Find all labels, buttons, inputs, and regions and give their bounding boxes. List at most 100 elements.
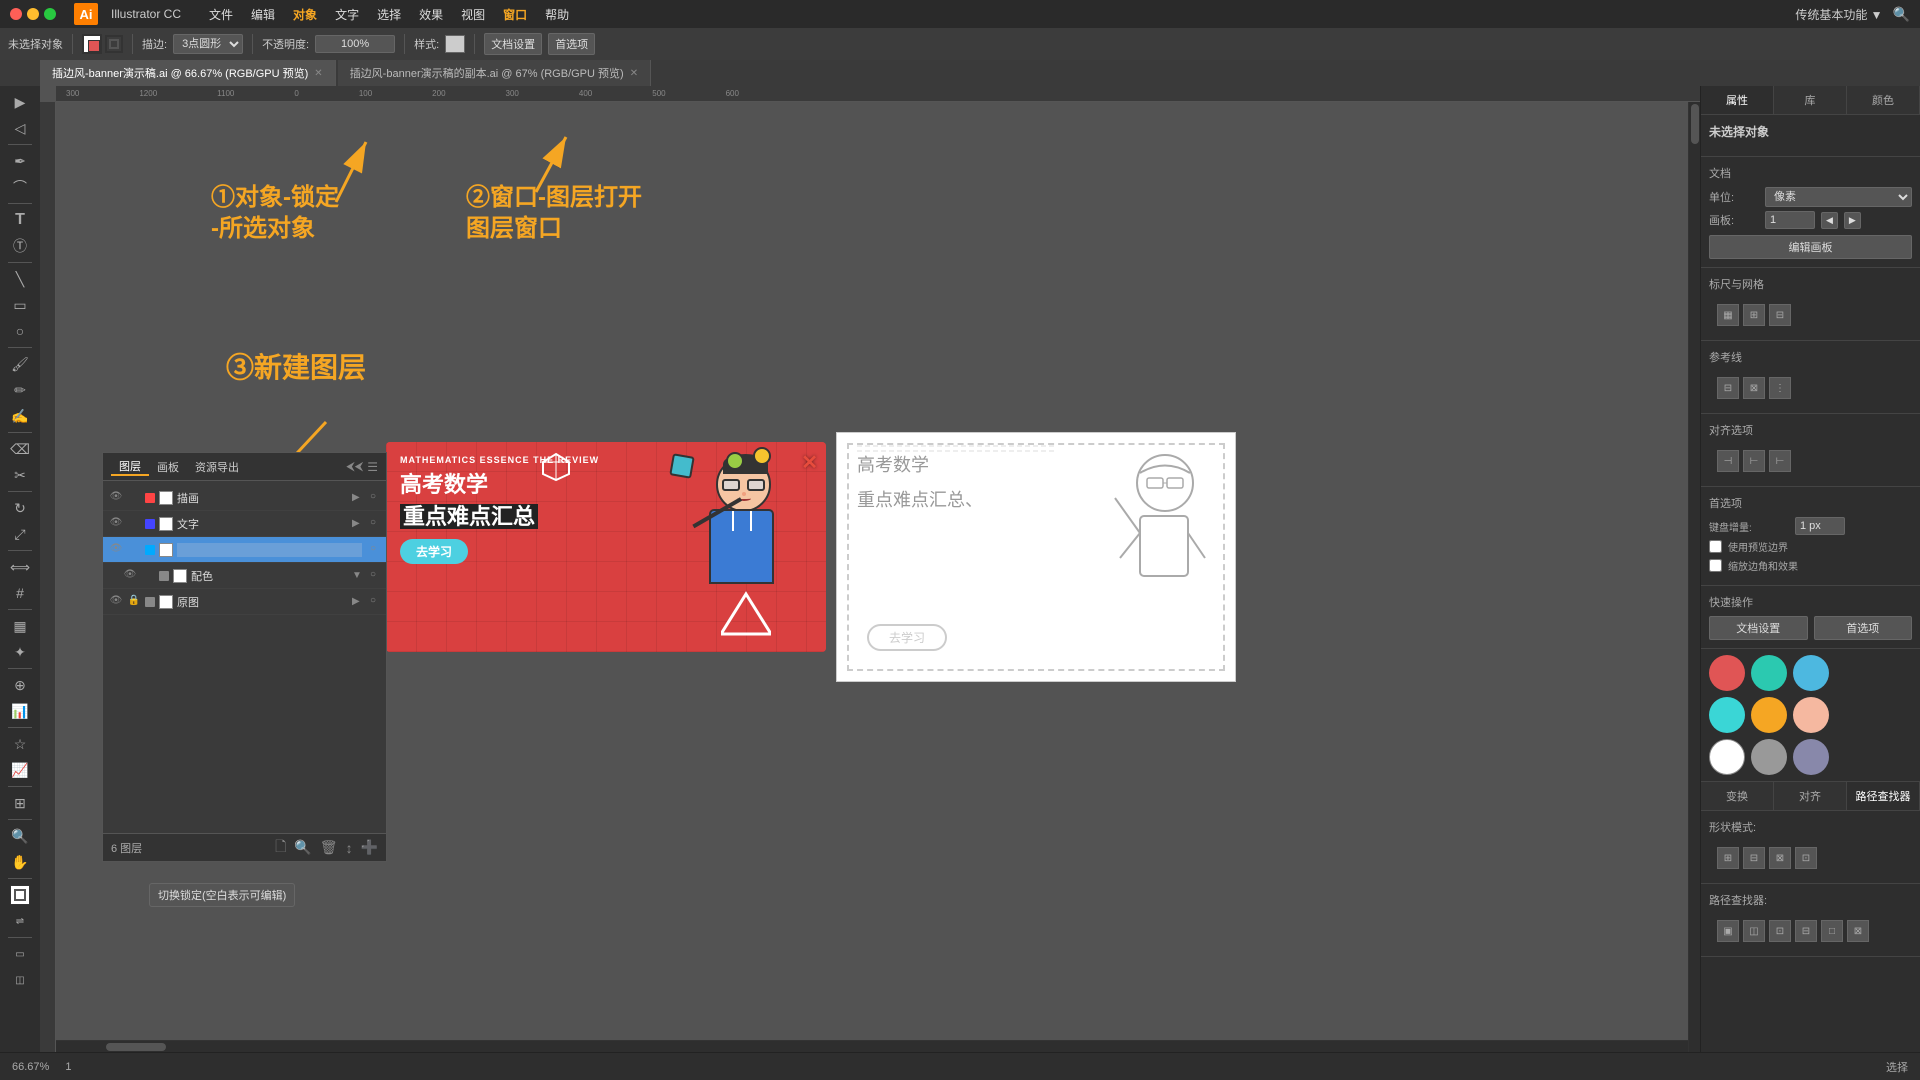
swatch-orange[interactable] (1751, 697, 1787, 733)
right-tab-color[interactable]: 颜色 (1847, 86, 1920, 114)
layer-lock-draw[interactable] (127, 491, 141, 505)
selection-tool[interactable]: ▶ (6, 90, 34, 114)
outline-icon[interactable]: □ (1821, 920, 1843, 942)
eyedropper-tool[interactable]: ✦ (6, 640, 34, 664)
layer-row-colors[interactable]: 👁 配色 ▼ ○ (103, 563, 386, 589)
edit-board-button[interactable]: 编辑画板 (1709, 235, 1912, 259)
swatch-peach[interactable] (1793, 697, 1829, 733)
panel-tab-layers[interactable]: 图层 (111, 458, 149, 476)
touch-type-tool[interactable]: Ⓣ (6, 234, 34, 258)
style-swatch[interactable] (445, 35, 465, 53)
rect-tool[interactable]: ▭ (6, 293, 34, 317)
fill-color-swatch[interactable] (10, 885, 30, 905)
swatch-cyan[interactable] (1709, 697, 1745, 733)
tab-1-close[interactable]: ✕ (314, 68, 322, 79)
scrollbar-horizontal[interactable] (56, 1040, 1688, 1052)
layer-eye-editing[interactable]: 👁 (109, 543, 123, 557)
panel-collapse-icon[interactable]: ⮜⮜ (346, 459, 363, 474)
type-tool[interactable]: T (6, 208, 34, 232)
layer-row-editing[interactable]: 👁 ○ (103, 537, 386, 563)
board-input[interactable] (1765, 211, 1815, 229)
preferences-button[interactable]: 首选项 (548, 33, 595, 55)
path-finder-tab[interactable]: 路径查找器 (1847, 782, 1920, 810)
layer-vis-colors[interactable]: ○ (366, 569, 380, 583)
delete-layer-button[interactable]: 🗑 (320, 839, 338, 856)
maximize-button[interactable] (44, 8, 56, 20)
scissor-tool[interactable]: ✂ (6, 463, 34, 487)
panel-tab-boards[interactable]: 画板 (149, 459, 187, 475)
quick-doc-settings[interactable]: 文档设置 (1709, 616, 1808, 640)
layer-vis-original[interactable]: ○ (366, 595, 380, 609)
shape-selector[interactable]: 3点圆形 (173, 34, 243, 54)
layer-vis-draw[interactable]: ○ (366, 491, 380, 505)
draw-mode[interactable]: ▭ (6, 942, 34, 966)
guide-icon-3[interactable]: ⋮ (1769, 377, 1791, 399)
layer-eye-original[interactable]: 👁 (109, 595, 123, 609)
menu-window[interactable]: 窗口 (503, 6, 527, 23)
preview-checkbox[interactable] (1709, 540, 1722, 553)
unite-icon[interactable]: ⊞ (1717, 847, 1739, 869)
swatch-gray[interactable] (1751, 739, 1787, 775)
swatch-red[interactable] (1709, 655, 1745, 691)
menu-object[interactable]: 对象 (293, 6, 317, 23)
menu-type[interactable]: 文字 (335, 6, 359, 23)
move-layer-button[interactable]: ↕ (346, 840, 353, 856)
menu-edit[interactable]: 编辑 (251, 6, 275, 23)
grid-icon-1[interactable]: ▦ (1717, 304, 1739, 326)
draw-behind[interactable]: ◫ (6, 968, 34, 992)
unit-select[interactable]: 像素 (1765, 187, 1912, 207)
fill-swatch[interactable] (82, 34, 102, 54)
direct-select-tool[interactable]: ◁ (6, 116, 34, 140)
align-left-icon[interactable]: ⊣ (1717, 450, 1739, 472)
menu-view[interactable]: 视图 (461, 6, 485, 23)
layer-eye-draw[interactable]: 👁 (109, 491, 123, 505)
zoom-level[interactable]: 66.67% (12, 1061, 49, 1073)
layer-lock-editing[interactable] (127, 543, 141, 557)
close-button[interactable] (10, 8, 22, 20)
opacity-input[interactable] (315, 35, 395, 53)
minus-front-icon[interactable]: ⊟ (1743, 847, 1765, 869)
curvature-tool[interactable]: ⌒ (6, 175, 34, 199)
symbol-tool[interactable]: ☆ (6, 732, 34, 756)
eraser-tool[interactable]: ⌫ (6, 437, 34, 461)
intersect-icon[interactable]: ⊠ (1769, 847, 1791, 869)
workspace-selector[interactable]: 传统基本功能 ▼ (1795, 6, 1882, 23)
layer-lock-original[interactable]: 🔒 (127, 595, 141, 609)
guide-icon-2[interactable]: ⊠ (1743, 377, 1765, 399)
scrollbar-vertical[interactable] (1688, 102, 1700, 1052)
tab-1[interactable]: 插边风-banner演示稿.ai @ 66.67% (RGB/GPU 预览) ✕ (40, 60, 336, 86)
swatch-light-blue[interactable] (1793, 655, 1829, 691)
crop-icon[interactable]: ⊟ (1795, 920, 1817, 942)
merge-icon[interactable]: ⊡ (1769, 920, 1791, 942)
scale-checkbox[interactable] (1709, 559, 1722, 572)
line-tool[interactable]: ╲ (6, 267, 34, 291)
blob-brush-tool[interactable]: ✏ (6, 378, 34, 402)
chart-tool[interactable]: 📊 (6, 699, 34, 723)
layer-eye-text[interactable]: 👁 (109, 517, 123, 531)
ellipse-tool[interactable]: ○ (6, 319, 34, 343)
add-layer-button[interactable]: ➕ (361, 839, 378, 856)
swatch-white[interactable] (1709, 739, 1745, 775)
scale-tool[interactable]: ⤢ (6, 522, 34, 546)
align-tab[interactable]: 对齐 (1774, 782, 1847, 810)
search-layers-button[interactable]: 🔍 (294, 839, 311, 856)
guide-icon-1[interactable]: ⊟ (1717, 377, 1739, 399)
gradient-tool[interactable]: ▦ (6, 614, 34, 638)
layer-row-original[interactable]: 👁 🔒 原图 ▶ ○ (103, 589, 386, 615)
menu-file[interactable]: 文件 (209, 6, 233, 23)
panel-menu-icon[interactable]: ☰ (367, 460, 378, 474)
layer-expand-original[interactable]: ▶ (352, 596, 362, 607)
layer-row-text[interactable]: 👁 文字 ▶ ○ (103, 511, 386, 537)
menu-select[interactable]: 选择 (377, 6, 401, 23)
doc-settings-button[interactable]: 文档设置 (484, 33, 542, 55)
transform-tab[interactable]: 变换 (1701, 782, 1774, 810)
banner-learn-button[interactable]: 去学习 (400, 539, 468, 564)
board-nav-left[interactable]: ◀ (1821, 212, 1838, 229)
hand-tool[interactable]: ✋ (6, 850, 34, 874)
layer-lock-colors[interactable] (141, 569, 155, 583)
stroke-swatch[interactable] (105, 35, 123, 53)
layer-eye-colors[interactable]: 👁 (123, 569, 137, 583)
menu-effect[interactable]: 效果 (419, 6, 443, 23)
swatch-purple-gray[interactable] (1793, 739, 1829, 775)
layer-name-input[interactable] (177, 543, 362, 557)
